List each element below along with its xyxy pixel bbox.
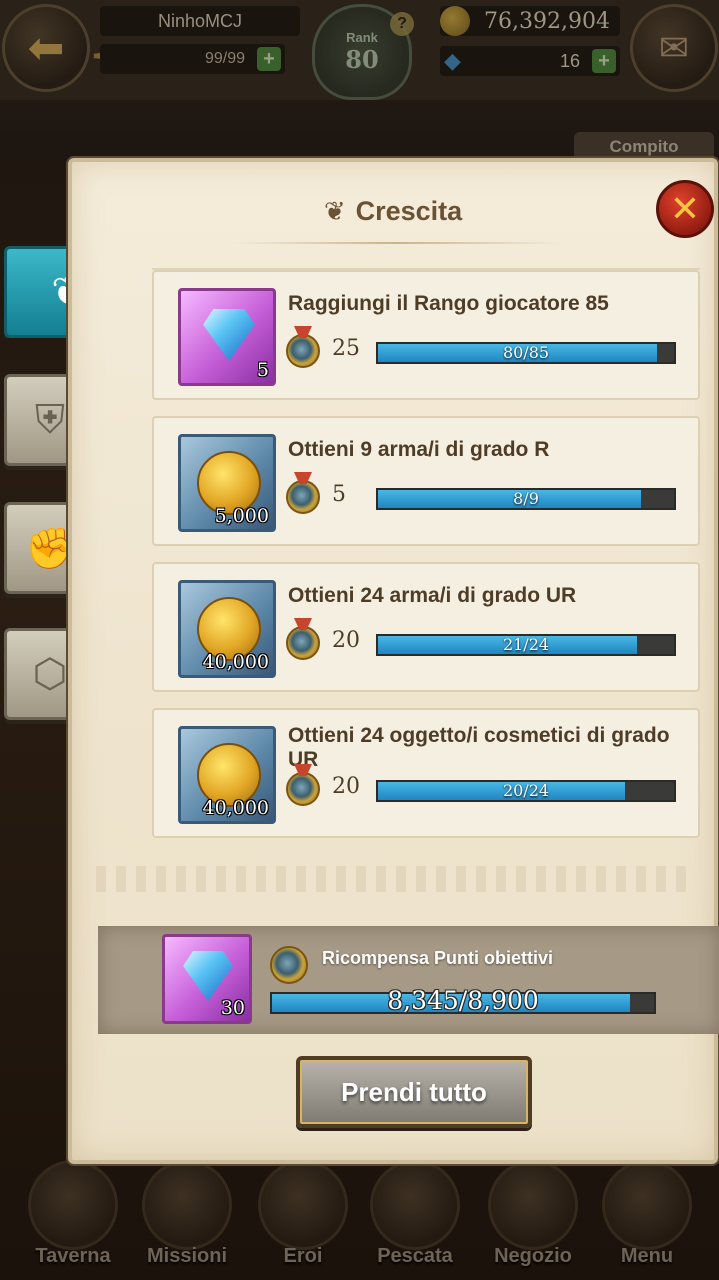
quest-text: Ottieni 24 oggetto/i cosmetici di grado … bbox=[288, 724, 670, 771]
scroll-icon bbox=[142, 1160, 232, 1250]
growth-panel: ❦ Crescita ✕ 5 Raggiungi il Rango giocato… bbox=[68, 158, 719, 1164]
quest-item: 5,000 Ottieni 9 arma/i di grado R 5 8/9 bbox=[152, 416, 700, 546]
quest-points: 25 bbox=[332, 336, 360, 361]
hero-icon bbox=[258, 1160, 348, 1250]
progress-text: 8/9 bbox=[513, 489, 539, 508]
add-stamina-button[interactable]: + bbox=[257, 47, 281, 71]
title-divider bbox=[232, 242, 562, 244]
reward-coin[interactable]: 5,000 bbox=[178, 434, 276, 532]
top-bar: ⬅ NinhoMCJ ✒ 99/99 + Rank 80 ? 76,392,90… bbox=[0, 0, 719, 100]
add-gems-button[interactable]: + bbox=[592, 49, 616, 73]
mail-button[interactable]: ✉ bbox=[630, 4, 718, 92]
quest-progress-bar: 8/9 bbox=[376, 488, 676, 510]
crystal-icon bbox=[370, 1160, 460, 1250]
shield-icon: ⛨ bbox=[35, 397, 65, 442]
claim-all-button[interactable]: Prendi tutto bbox=[296, 1056, 532, 1128]
reward-coin[interactable]: 40,000 bbox=[178, 726, 276, 824]
close-icon: ✕ bbox=[669, 188, 701, 229]
medal-icon bbox=[286, 334, 320, 368]
bottom-nav: Taverna Missioni Eroi Pescata Negozio Me… bbox=[0, 1150, 719, 1280]
nav-label: Menu bbox=[620, 1245, 674, 1267]
reward-qty: 5,000 bbox=[214, 505, 269, 527]
close-button[interactable]: ✕ bbox=[656, 180, 714, 238]
back-button[interactable]: ⬅ bbox=[2, 4, 90, 92]
quest-text: Ottieni 9 arma/i di grado R bbox=[288, 438, 550, 461]
quest-points: 5 bbox=[332, 482, 346, 507]
nav-label: Negozio bbox=[494, 1245, 572, 1267]
quest-item: 40,000 Ottieni 24 arma/i di grado UR 20 … bbox=[152, 562, 700, 692]
medal-icon bbox=[286, 772, 320, 806]
nav-eroi[interactable]: Eroi bbox=[248, 1150, 358, 1280]
nav-negozio[interactable]: Negozio bbox=[478, 1150, 588, 1280]
nav-pescata[interactable]: Pescata bbox=[360, 1150, 470, 1280]
medal-icon bbox=[270, 946, 308, 984]
nav-label: Pescata bbox=[377, 1245, 453, 1267]
quest-item: 40,000 Ottieni 24 oggetto/i cosmetici di… bbox=[152, 708, 700, 838]
progress-text: 80/85 bbox=[502, 343, 550, 362]
quest-text: Raggiungi il Rango giocatore 85 bbox=[288, 292, 609, 315]
quest-points: 20 bbox=[332, 774, 360, 799]
quest-text: Ottieni 24 arma/i di grado UR bbox=[288, 584, 577, 607]
reward-coin[interactable]: 40,000 bbox=[178, 580, 276, 678]
reward-qty: 5 bbox=[256, 359, 269, 381]
rank-value: 80 bbox=[345, 45, 379, 74]
nav-missioni[interactable]: Missioni bbox=[132, 1150, 242, 1280]
nav-label: Eroi bbox=[283, 1245, 323, 1267]
stamina-value: 99/99 bbox=[204, 50, 245, 67]
sprout-icon: ❦ bbox=[323, 196, 346, 226]
reward-qty: 40,000 bbox=[202, 797, 269, 819]
nav-label: Taverna bbox=[35, 1245, 111, 1267]
player-name: NinhoMCJ bbox=[100, 6, 300, 36]
goal-label: Ricompensa Punti obiettivi bbox=[322, 948, 554, 968]
quest-progress-bar: 20/24 bbox=[376, 780, 676, 802]
diamond-icon bbox=[183, 951, 233, 1001]
progress-text: 8,345/8,900 bbox=[387, 986, 539, 1015]
coin-icon bbox=[440, 6, 470, 36]
nav-taverna[interactable]: Taverna bbox=[18, 1150, 128, 1280]
stamina-counter: 99/99 + bbox=[100, 44, 285, 74]
diamond-icon: ◆ bbox=[444, 48, 461, 73]
panel-title-text: Crescita bbox=[355, 196, 463, 226]
reward-qty: 30 bbox=[220, 997, 245, 1019]
nav-label: Missioni bbox=[146, 1245, 227, 1267]
gem-value: 16 bbox=[559, 50, 580, 71]
panel-title: ❦ Crescita bbox=[72, 196, 714, 227]
rank-label: Rank bbox=[346, 30, 378, 45]
quest-points: 20 bbox=[332, 628, 360, 653]
help-icon[interactable]: ? bbox=[390, 12, 414, 36]
ornament-divider bbox=[96, 866, 696, 892]
medal-icon bbox=[286, 626, 320, 660]
hexagon-icon: ⬡ bbox=[32, 652, 68, 696]
nav-menu[interactable]: Menu bbox=[592, 1150, 702, 1280]
gear-icon bbox=[602, 1160, 692, 1250]
goal-reward-box: 30 Ricompensa Punti obiettivi 8,345/8,90… bbox=[98, 926, 719, 1034]
goal-progress-bar: 8,345/8,900 bbox=[270, 986, 656, 1015]
shop-icon bbox=[488, 1160, 578, 1250]
gold-value: 76,392,904 bbox=[484, 8, 610, 34]
reward-gem[interactable]: 5 bbox=[178, 288, 276, 386]
progress-text: 20/24 bbox=[502, 781, 550, 800]
tavern-icon bbox=[28, 1160, 118, 1250]
back-arrow-icon: ⬅ bbox=[27, 23, 65, 73]
medal-icon bbox=[286, 480, 320, 514]
goal-reward-gem[interactable]: 30 bbox=[162, 934, 252, 1024]
quest-progress-bar: 80/85 bbox=[376, 342, 676, 364]
envelope-icon: ✉ bbox=[658, 27, 690, 68]
quest-progress-bar: 21/24 bbox=[376, 634, 676, 656]
diamond-icon bbox=[203, 309, 255, 361]
progress-text: 21/24 bbox=[502, 635, 550, 654]
reward-qty: 40,000 bbox=[202, 651, 269, 673]
quest-item: 5 Raggiungi il Rango giocatore 85 25 80/… bbox=[152, 270, 700, 400]
